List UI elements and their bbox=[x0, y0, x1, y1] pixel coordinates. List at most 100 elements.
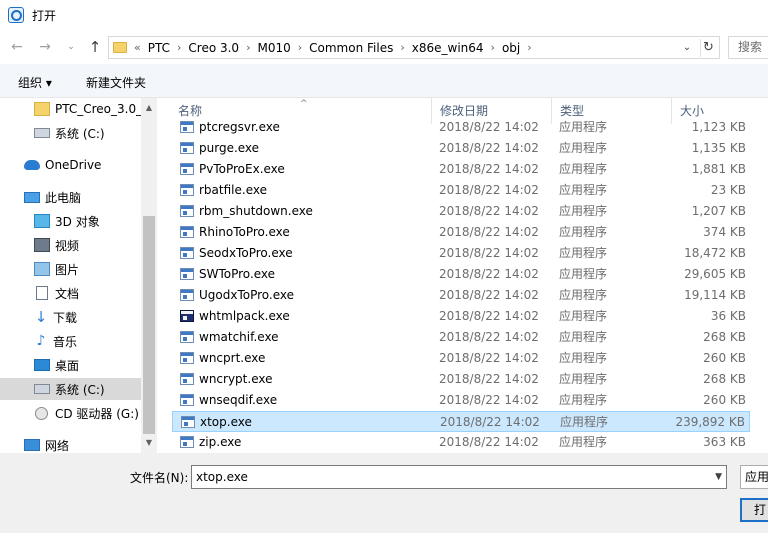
sidebar-item-documents[interactable]: 文档 bbox=[0, 282, 141, 304]
file-date: 2018/8/22 14:02 bbox=[440, 415, 540, 429]
breadcrumb-m010[interactable]: M010 bbox=[257, 41, 290, 55]
file-date: 2018/8/22 14:02 bbox=[439, 120, 539, 134]
sidebar-item-music[interactable]: ♪ 音乐 bbox=[0, 330, 141, 352]
sidebar-item-ptc-folder[interactable]: PTC_Creo_3.0_M bbox=[0, 98, 152, 120]
file-row[interactable]: wncprt.exe 2018/8/22 14:02 应用程序 260 KB bbox=[172, 348, 750, 369]
organize-button[interactable]: 组织 ▾ bbox=[18, 74, 52, 91]
search-input[interactable]: 搜索 bbox=[728, 36, 768, 59]
file-row[interactable]: UgodxToPro.exe 2018/8/22 14:02 应用程序 19,114 … bbox=[172, 285, 750, 306]
recent-locations-icon[interactable]: ⌄ bbox=[62, 38, 80, 56]
sidebar-item-system-drive-selected[interactable]: 系统 (C:) bbox=[0, 378, 141, 400]
new-folder-button[interactable]: 新建文件夹 bbox=[86, 74, 146, 91]
file-row[interactable]: zip.exe 2018/8/22 14:02 应用程序 363 KB bbox=[172, 432, 750, 453]
chevron-right-icon[interactable]: › bbox=[298, 41, 302, 54]
application-icon bbox=[180, 436, 194, 448]
music-icon: ♪ bbox=[36, 333, 46, 349]
filename-input[interactable]: xtop.exe ▼ bbox=[191, 465, 727, 489]
breadcrumb-overflow[interactable]: « bbox=[134, 41, 141, 54]
file-row[interactable]: whtmlpack.exe 2018/8/22 14:02 应用程序 36 KB bbox=[172, 306, 750, 327]
file-size: 1,207 KB bbox=[691, 204, 746, 218]
file-name: wnseqdif.exe bbox=[199, 393, 278, 407]
back-arrow-icon[interactable]: ← bbox=[8, 38, 26, 56]
application-icon bbox=[180, 226, 194, 238]
sidebar-item-desktop[interactable]: 桌面 bbox=[0, 354, 141, 376]
computer-icon bbox=[24, 191, 40, 203]
sidebar-scrollbar[interactable]: ▲ ▼ bbox=[141, 98, 157, 453]
file-row[interactable]: wncrypt.exe 2018/8/22 14:02 应用程序 268 KB bbox=[172, 369, 750, 390]
file-name: RhinoToPro.exe bbox=[199, 225, 290, 239]
file-name: SeodxToPro.exe bbox=[199, 246, 293, 260]
chevron-down-icon[interactable]: ⌄ bbox=[679, 39, 695, 57]
sidebar-item-videos[interactable]: 视频 bbox=[0, 234, 141, 256]
file-row[interactable]: RhinoToPro.exe 2018/8/22 14:02 应用程序 374 KB bbox=[172, 222, 750, 243]
sidebar-item-this-pc[interactable]: 此电脑 bbox=[0, 186, 141, 208]
file-row[interactable]: SWToPro.exe 2018/8/22 14:02 应用程序 29,605 KB bbox=[172, 264, 750, 285]
chevron-right-icon[interactable]: › bbox=[491, 41, 495, 54]
document-icon bbox=[36, 286, 48, 300]
title-bar: 打开 bbox=[0, 0, 768, 30]
chevron-down-icon[interactable]: ▼ bbox=[715, 466, 722, 488]
file-name: rbatfile.exe bbox=[199, 183, 267, 197]
file-row[interactable]: purge.exe 2018/8/22 14:02 应用程序 1,135 KB bbox=[172, 138, 750, 159]
chevron-right-icon[interactable]: › bbox=[177, 41, 181, 54]
file-type: 应用程序 bbox=[559, 372, 608, 386]
file-date: 2018/8/22 14:02 bbox=[439, 183, 539, 197]
drive-icon bbox=[34, 128, 50, 138]
file-row[interactable]: wnseqdif.exe 2018/8/22 14:02 应用程序 260 KB bbox=[172, 390, 750, 411]
application-icon bbox=[180, 247, 194, 259]
file-date: 2018/8/22 14:02 bbox=[439, 246, 539, 260]
file-size: 1,123 KB bbox=[691, 120, 746, 134]
sort-ascending-icon: ^ bbox=[300, 99, 308, 109]
file-row[interactable]: rbatfile.exe 2018/8/22 14:02 应用程序 23 KB bbox=[172, 180, 750, 201]
file-size: 239,892 KB bbox=[675, 415, 745, 429]
file-size: 260 KB bbox=[703, 351, 746, 365]
sidebar-scrollbar-thumb[interactable] bbox=[143, 216, 155, 434]
file-row[interactable]: rbm_shutdown.exe 2018/8/22 14:02 应用程序 1,207… bbox=[172, 201, 750, 222]
forward-arrow-icon[interactable]: → bbox=[36, 38, 54, 56]
file-row[interactable]: xtop.exe 2018/8/22 14:02 应用程序 239,892 KB bbox=[172, 411, 750, 432]
breadcrumb-x86e-win64[interactable]: x86e_win64 bbox=[412, 41, 484, 55]
sidebar-item-downloads[interactable]: ↓ 下载 bbox=[0, 306, 141, 328]
chevron-up-icon[interactable]: ▲ bbox=[141, 100, 157, 116]
sidebar-item-network[interactable]: 网络 bbox=[0, 434, 141, 453]
chevron-down-icon[interactable]: ▼ bbox=[141, 435, 157, 451]
file-name: rbm_shutdown.exe bbox=[199, 204, 313, 218]
breadcrumb-common-files[interactable]: Common Files bbox=[309, 41, 393, 55]
address-bar[interactable]: « PTC › Creo 3.0 › M010 › Common Files ›… bbox=[108, 36, 720, 59]
filename-value: xtop.exe bbox=[196, 470, 248, 484]
file-row[interactable]: SeodxToPro.exe 2018/8/22 14:02 应用程序 18,472 … bbox=[172, 243, 750, 264]
file-size: 1,135 KB bbox=[691, 141, 746, 155]
sidebar-item-3d-objects[interactable]: 3D 对象 bbox=[0, 210, 141, 232]
file-date: 2018/8/22 14:02 bbox=[439, 309, 539, 323]
sidebar-item-system-drive[interactable]: 系统 (C:) bbox=[0, 122, 141, 144]
file-type-filter[interactable]: 应用 bbox=[740, 465, 768, 489]
breadcrumb-obj[interactable]: obj bbox=[502, 41, 520, 55]
file-type: 应用程序 bbox=[559, 330, 608, 344]
file-size: 268 KB bbox=[703, 330, 746, 344]
file-type: 应用程序 bbox=[560, 415, 609, 429]
file-date: 2018/8/22 14:02 bbox=[439, 393, 539, 407]
file-list-scrollbar[interactable] bbox=[750, 98, 768, 453]
refresh-icon[interactable]: ↻ bbox=[700, 39, 716, 57]
sidebar-item-onedrive[interactable]: OneDrive bbox=[0, 154, 141, 176]
file-type: 应用程序 bbox=[559, 267, 608, 281]
up-arrow-icon[interactable]: ↑ bbox=[86, 38, 104, 56]
breadcrumb-creo[interactable]: Creo 3.0 bbox=[188, 41, 239, 55]
navigation-bar: ← → ⌄ ↑ « PTC › Creo 3.0 › M010 › Common… bbox=[0, 30, 768, 64]
sidebar-item-cd-drive[interactable]: CD 驱动器 (G:) bbox=[0, 402, 141, 424]
sidebar-item-pictures[interactable]: 图片 bbox=[0, 258, 141, 280]
breadcrumb-ptc[interactable]: PTC bbox=[148, 41, 170, 55]
file-name: whtmlpack.exe bbox=[199, 309, 290, 323]
chevron-right-icon[interactable]: › bbox=[246, 41, 250, 54]
file-row[interactable]: wmatchif.exe 2018/8/22 14:02 应用程序 268 KB bbox=[172, 327, 750, 348]
open-button[interactable]: 打 bbox=[740, 498, 768, 522]
application-icon bbox=[180, 373, 194, 385]
chevron-right-icon[interactable]: › bbox=[400, 41, 404, 54]
file-row[interactable]: PvToProEx.exe 2018/8/22 14:02 应用程序 1,881 KB bbox=[172, 159, 750, 180]
file-row[interactable]: ptcregsvr.exe 2018/8/22 14:02 应用程序 1,123 KB bbox=[172, 117, 750, 138]
application-icon bbox=[180, 289, 194, 301]
file-type: 应用程序 bbox=[559, 141, 608, 155]
chevron-right-icon[interactable]: › bbox=[527, 41, 531, 54]
file-date: 2018/8/22 14:02 bbox=[439, 351, 539, 365]
app-icon bbox=[8, 7, 24, 23]
